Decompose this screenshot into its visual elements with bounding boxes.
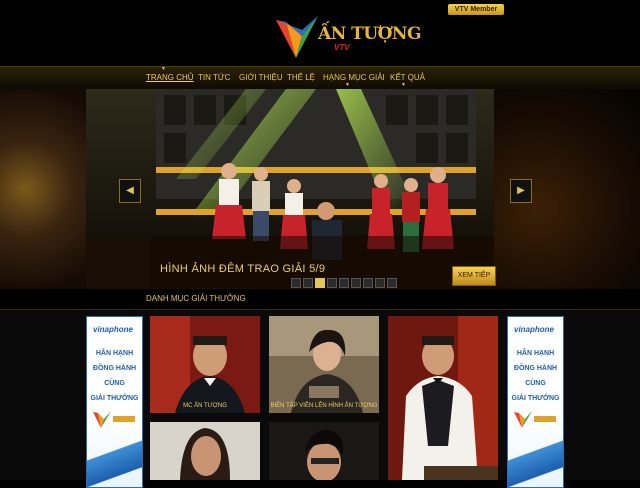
nav-item-home[interactable]: TRANG CHỦ (146, 73, 194, 82)
award-tile-featured[interactable] (388, 316, 498, 480)
slider-dot-5[interactable] (339, 278, 349, 288)
sponsor-line: GIẢI THƯỞNG (511, 395, 560, 402)
award-logo-icon (514, 411, 556, 428)
sponsor-line: CÙNG (104, 380, 125, 387)
logo-icon[interactable] (272, 12, 322, 62)
view-more-button[interactable]: XEM TIẾP (452, 266, 496, 286)
tile-caption: MC ẤN TƯỢNG (183, 403, 227, 409)
slider-dot-6[interactable] (351, 278, 361, 288)
award-tile-4[interactable] (269, 422, 379, 480)
slider-dot-1[interactable] (291, 278, 301, 288)
chevron-left-icon: ◀ (126, 185, 134, 196)
sponsor-line: HÂN HẠNH (95, 350, 134, 357)
main-nav: ▼ TRANG CHỦ TIN TỨC GIỚI THIỆU THỂ LỆ HẠ… (0, 66, 640, 91)
sponsor-line: CÙNG (525, 380, 546, 387)
nav-item-news[interactable]: TIN TỨC (198, 73, 230, 82)
sponsor-banner-right[interactable]: vinaphone HÂN HẠNH ĐỒNG HÀNH CÙNG GIẢI T… (507, 316, 564, 488)
active-marker-icon: ▼ (161, 66, 166, 72)
slider-caption[interactable]: HÌNH ẢNH ĐÊM TRAO GIẢI 5/9 (160, 263, 325, 275)
slider-dot-8[interactable] (375, 278, 385, 288)
slider-next-button[interactable]: ▶ (510, 179, 532, 203)
slider-dot-3[interactable] (315, 278, 325, 288)
chevron-down-icon: ▼ (401, 82, 406, 88)
nav-item-rules[interactable]: THỂ LỆ (287, 73, 315, 82)
sponsor-wave (87, 437, 142, 487)
slider-dot-4[interactable] (327, 278, 337, 288)
sponsor-banner-left[interactable]: vinaphone HÂN HẠNH ĐỒNG HÀNH CÙNG GIẢI T… (86, 316, 143, 488)
nav-item-categories[interactable]: HẠNG MỤC GIẢI (323, 73, 385, 82)
award-tile-mc[interactable]: MC ẤN TƯỢNG (150, 316, 260, 413)
vtv-member-button[interactable]: VTV Member (448, 4, 504, 15)
sponsor-line: GIẢI THƯỞNG (90, 395, 139, 402)
slider-side-left (0, 89, 86, 289)
sponsor-line: HÂN HẠNH (516, 350, 555, 357)
award-tile-editor[interactable]: BIÊN TẬP VIÊN LÊN HÌNH ẤN TƯỢNG (269, 316, 379, 413)
slider-dot-9[interactable] (387, 278, 397, 288)
tile-caption: BIÊN TẬP VIÊN LÊN HÌNH ẤN TƯỢNG (270, 403, 378, 409)
nav-item-results[interactable]: KẾT QUẢ (390, 73, 425, 82)
chevron-down-icon: ▼ (345, 82, 350, 88)
sponsor-brand: vinaphone (93, 325, 134, 334)
award-tile-3[interactable] (150, 422, 260, 480)
logo-text[interactable]: ẤN TƯỢNG (318, 24, 422, 44)
logo-vtv: VTV (334, 43, 350, 52)
sponsor-line: ĐỒNG HÀNH (92, 365, 137, 372)
chevron-right-icon: ▶ (517, 185, 525, 196)
sponsor-wave (508, 437, 563, 487)
nav-item-about[interactable]: GIỚI THIỆU (239, 73, 283, 82)
section-bar (0, 289, 640, 310)
section-title: DANH MỤC GIẢI THƯỞNG (146, 294, 246, 303)
slider-dot-2[interactable] (303, 278, 313, 288)
award-logo-icon (93, 411, 135, 428)
sponsor-line: ĐỒNG HÀNH (513, 365, 558, 372)
slider-prev-button[interactable]: ◀ (119, 179, 141, 203)
sponsor-brand: vinaphone (514, 325, 555, 334)
slider-dot-7[interactable] (363, 278, 373, 288)
